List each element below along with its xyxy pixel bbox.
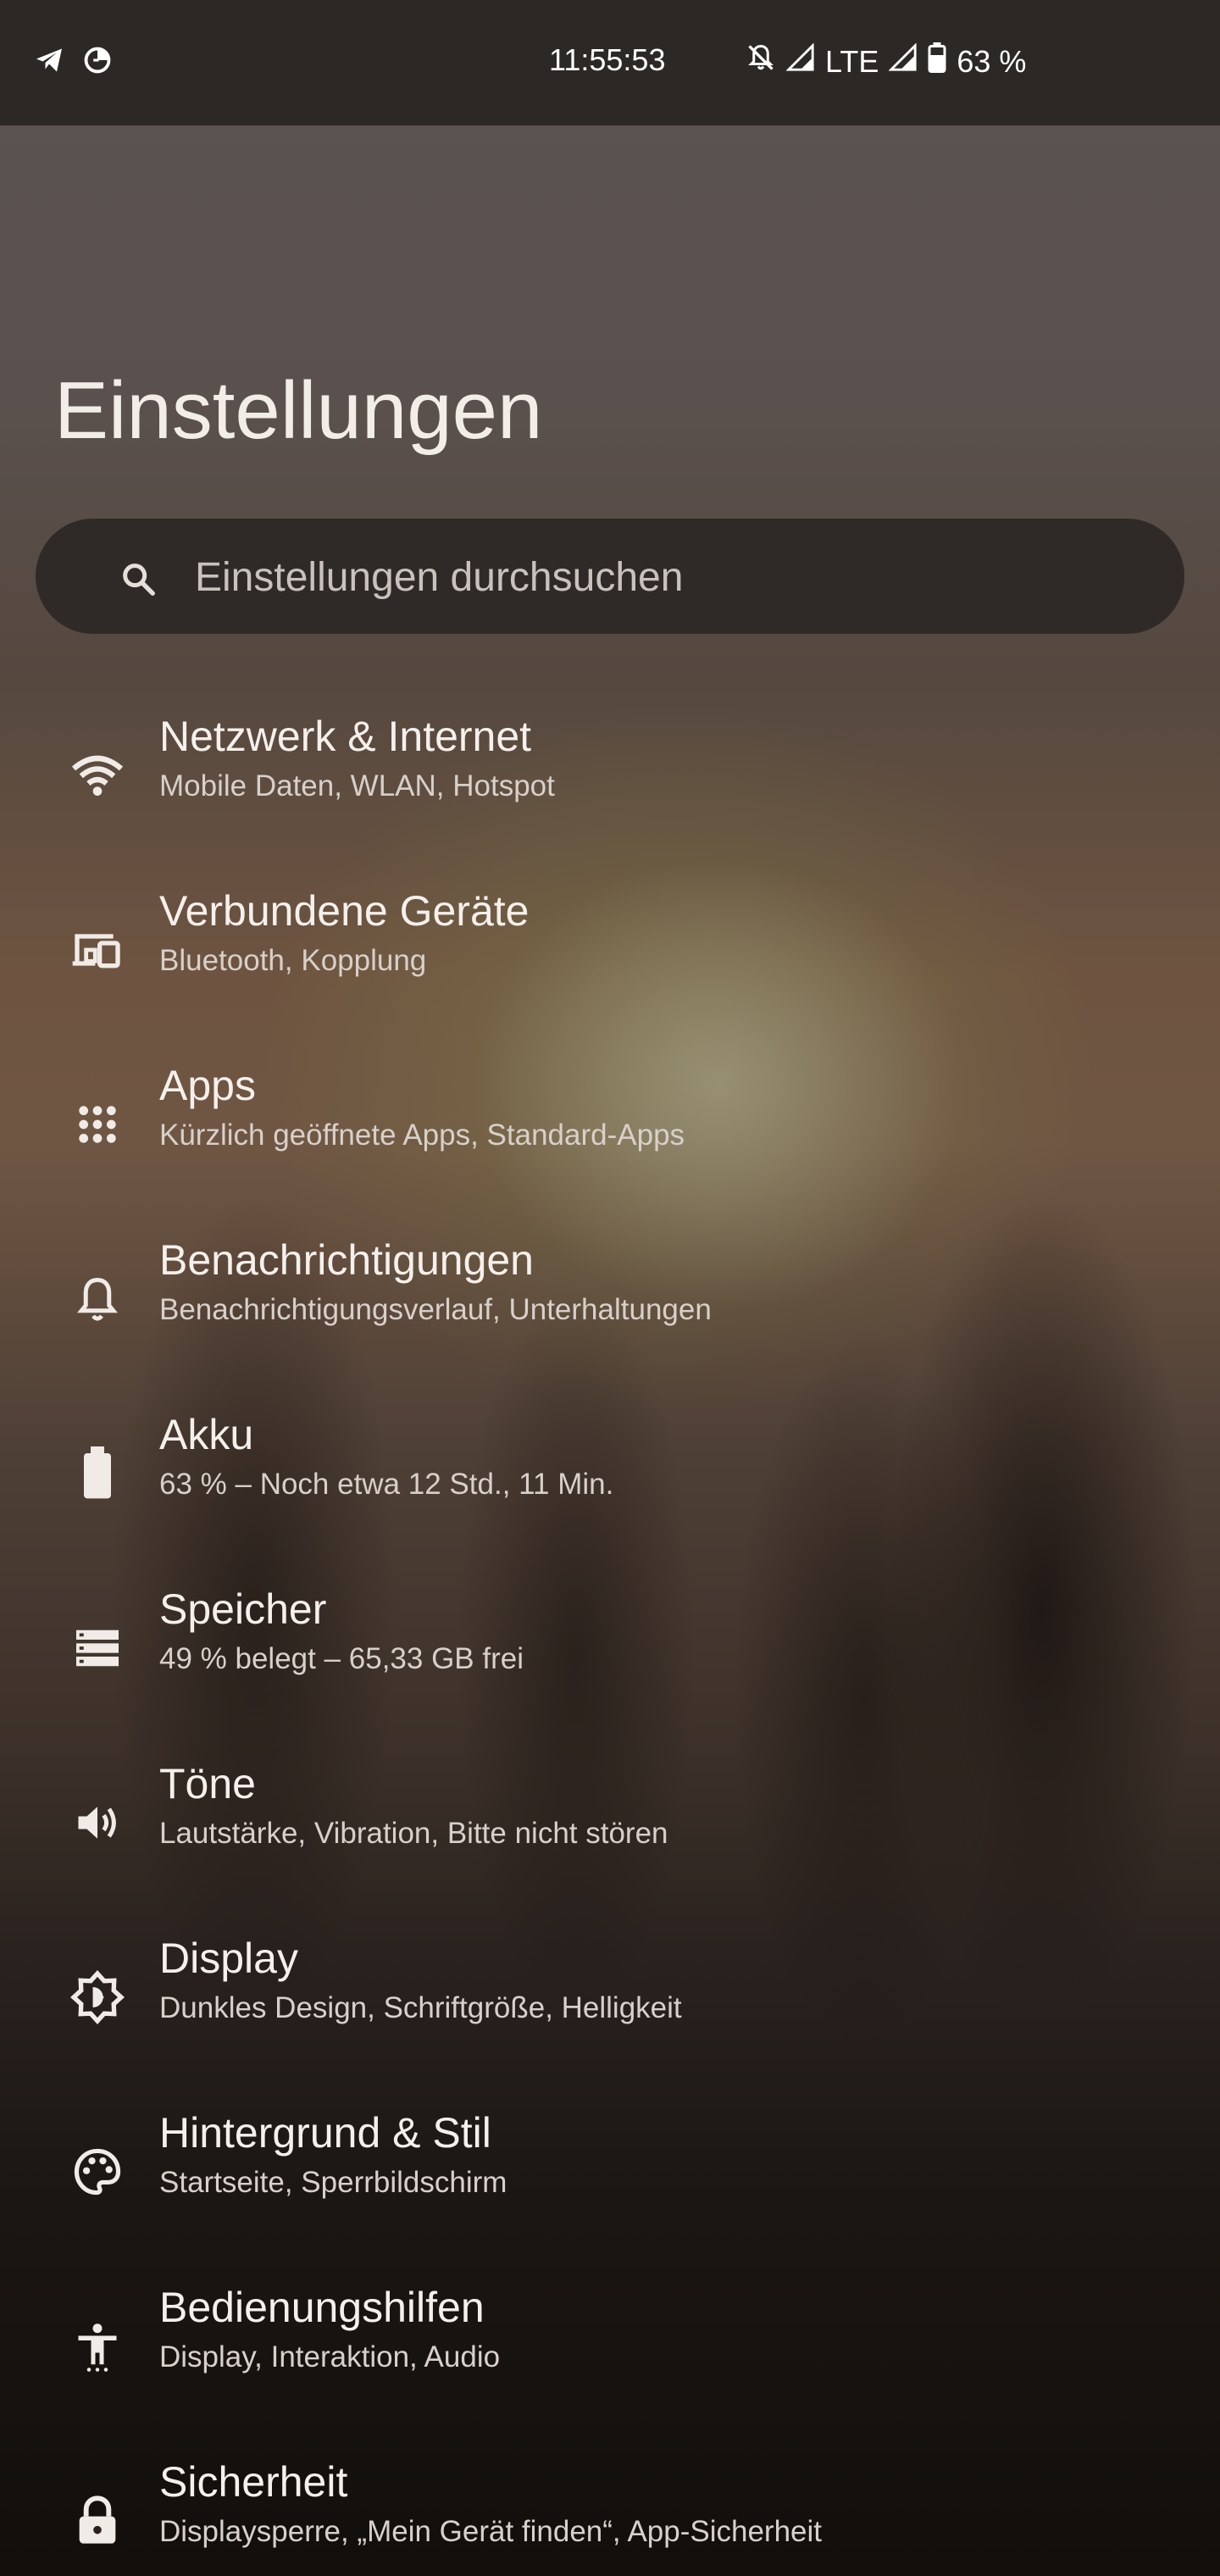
- settings-item-sound[interactable]: Töne Lautstärke, Vibration, Bitte nicht …: [0, 1742, 1220, 1917]
- lock-icon: [69, 2493, 125, 2549]
- settings-item-title: Verbundene Geräte: [159, 887, 530, 935]
- settings-item-subtitle: Displaysperre, „Mein Gerät finden“, App-…: [159, 2515, 823, 2548]
- settings-item-title: Bedienungshilfen: [159, 2284, 485, 2331]
- settings-list: Netzwerk & Internet Mobile Daten, WLAN, …: [0, 695, 1220, 2576]
- status-bar: 11:55:53 LTE 63 %: [0, 0, 1220, 125]
- storage-icon: [69, 1620, 125, 1676]
- wifi-icon: [69, 747, 125, 803]
- bell-off-icon: [746, 42, 776, 80]
- devices-icon: [69, 922, 125, 978]
- signal-icon: [888, 42, 918, 80]
- status-bar-left-icons: [34, 44, 114, 80]
- settings-item-title: Akku: [159, 1411, 254, 1458]
- bell-icon: [69, 1271, 125, 1327]
- battery-icon: [928, 42, 946, 80]
- search-icon: [119, 559, 158, 602]
- search-placeholder: Einstellungen durchsuchen: [195, 555, 684, 600]
- accessibility-icon: [69, 2318, 125, 2374]
- settings-item-storage[interactable]: Speicher 49 % belegt – 65,33 GB frei: [0, 1568, 1220, 1742]
- settings-item-title: Hintergrund & Stil: [159, 2109, 491, 2157]
- settings-item-battery[interactable]: Akku 63 % – Noch etwa 12 Std., 11 Min.: [0, 1393, 1220, 1568]
- page-title: Einstellungen: [54, 365, 543, 456]
- settings-item-apps[interactable]: Apps Kürzlich geöffnete Apps, Standard-A…: [0, 1044, 1220, 1219]
- data-saver-icon: [81, 44, 114, 80]
- settings-item-security[interactable]: Sicherheit Displaysperre, „Mein Gerät fi…: [0, 2440, 1220, 2576]
- battery-level: 63 %: [957, 43, 1027, 79]
- settings-item-accessibility[interactable]: Bedienungshilfen Display, Interaktion, A…: [0, 2266, 1220, 2440]
- settings-item-subtitle: Startseite, Sperrbildschirm: [159, 2166, 507, 2199]
- settings-item-connected-devices[interactable]: Verbundene Geräte Bluetooth, Kopplung: [0, 869, 1220, 1044]
- settings-item-title: Apps: [159, 1062, 256, 1109]
- settings-item-network[interactable]: Netzwerk & Internet Mobile Daten, WLAN, …: [0, 695, 1220, 869]
- settings-item-subtitle: Display, Interaktion, Audio: [159, 2340, 501, 2373]
- settings-item-subtitle: Lautstärke, Vibration, Bitte nicht störe…: [159, 1817, 668, 1850]
- network-type: LTE: [825, 43, 879, 79]
- settings-item-subtitle: 49 % belegt – 65,33 GB frei: [159, 1642, 524, 1675]
- settings-item-subtitle: Bluetooth, Kopplung: [159, 944, 427, 977]
- search-bar[interactable]: Einstellungen durchsuchen: [36, 519, 1184, 634]
- clock: 11:55:53: [549, 42, 666, 77]
- settings-item-title: Display: [159, 1935, 298, 1982]
- palette-icon: [69, 2144, 125, 2200]
- settings-item-subtitle: Benachrichtigungsverlauf, Unterhaltungen: [159, 1293, 712, 1326]
- settings-item-subtitle: Kürzlich geöffnete Apps, Standard-Apps: [159, 1119, 685, 1152]
- settings-item-subtitle: Mobile Daten, WLAN, Hotspot: [159, 769, 555, 802]
- settings-item-subtitle: 63 % – Noch etwa 12 Std., 11 Min.: [159, 1468, 614, 1501]
- status-bar-right-icons: LTE 63 %: [746, 42, 1026, 80]
- settings-item-title: Benachrichtigungen: [159, 1236, 534, 1284]
- apps-grid-icon: [69, 1096, 125, 1152]
- settings-item-title: Sicherheit: [159, 2458, 348, 2506]
- settings-item-notifications[interactable]: Benachrichtigungen Benachrichtigungsverl…: [0, 1219, 1220, 1393]
- settings-item-display[interactable]: Display Dunkles Design, Schriftgröße, He…: [0, 1917, 1220, 2091]
- telegram-icon: [34, 45, 64, 80]
- settings-item-title: Netzwerk & Internet: [159, 713, 532, 760]
- volume-icon: [69, 1795, 125, 1851]
- brightness-icon: [69, 1969, 125, 2025]
- settings-item-subtitle: Dunkles Design, Schriftgröße, Helligkeit: [159, 1991, 682, 2024]
- signal-icon: [785, 42, 815, 80]
- settings-item-title: Speicher: [159, 1585, 327, 1633]
- battery-icon: [69, 1446, 125, 1502]
- settings-item-title: Töne: [159, 1760, 256, 1807]
- settings-item-wallpaper-style[interactable]: Hintergrund & Stil Startseite, Sperrbild…: [0, 2091, 1220, 2266]
